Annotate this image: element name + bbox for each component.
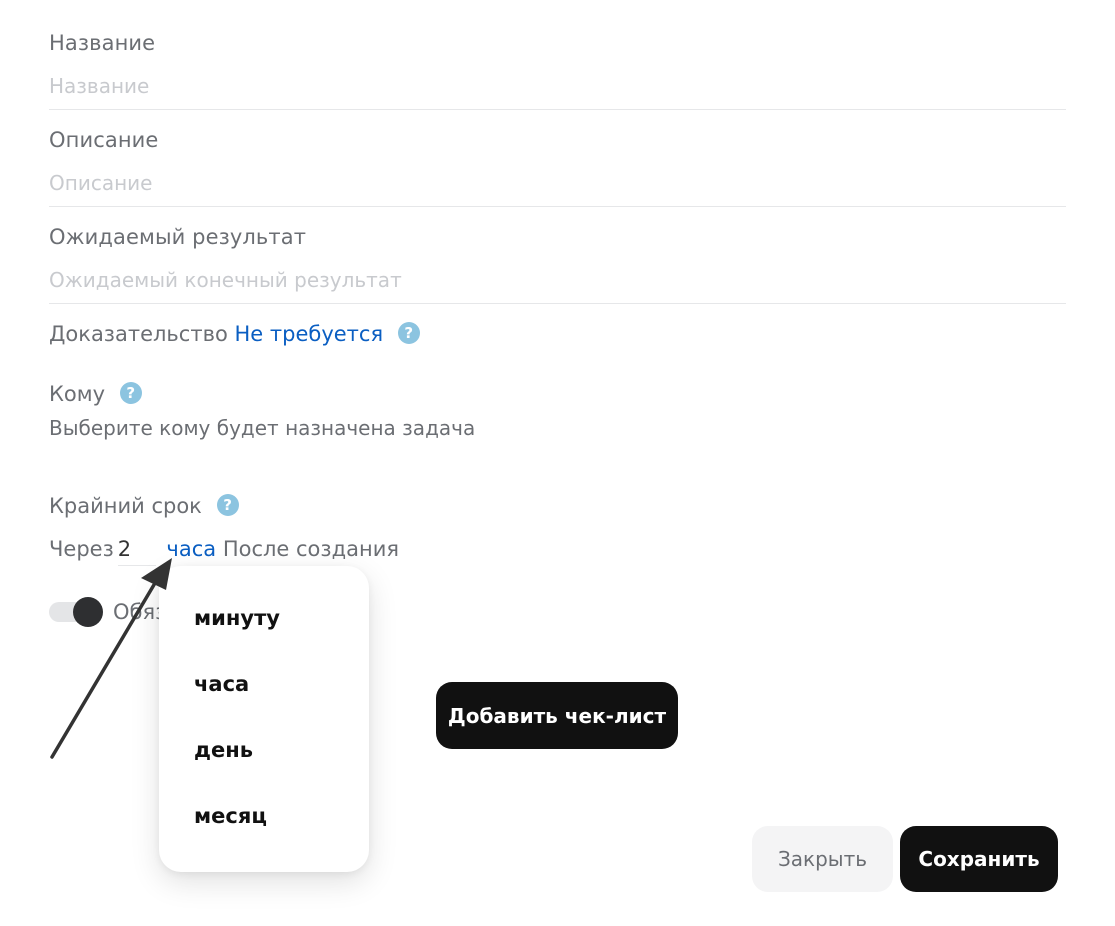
question-circle-icon[interactable]: ? xyxy=(119,382,142,404)
add-checklist-button[interactable]: Добавить чек-лист xyxy=(436,682,678,749)
save-button[interactable]: Сохранить xyxy=(900,826,1058,892)
dropdown-item-day[interactable]: день xyxy=(194,738,253,762)
expected-result-label: Ожидаемый результат xyxy=(49,225,307,249)
unit-dropdown: минуту часа день месяц xyxy=(159,566,369,872)
deadline-amount-input[interactable]: 2 xyxy=(117,537,156,566)
name-label: Название xyxy=(49,31,156,55)
name-input[interactable] xyxy=(49,71,1066,101)
dropdown-item-month[interactable]: месяц xyxy=(194,804,267,828)
deadline-row: Через 2 часа После создания xyxy=(49,537,399,566)
proof-label: Доказательство xyxy=(49,322,228,346)
expected-result-input[interactable] xyxy=(49,265,1066,295)
toggle-knob xyxy=(73,597,103,627)
deadline-label-row: Крайний срок ? xyxy=(49,494,239,518)
proof-value-link[interactable]: Не требуется xyxy=(235,322,384,346)
question-circle-icon[interactable]: ? xyxy=(216,494,239,516)
deadline-prefix: Через xyxy=(49,537,114,561)
description-label: Описание xyxy=(49,128,159,152)
name-divider xyxy=(49,109,1066,110)
dropdown-item-minute[interactable]: минуту xyxy=(194,606,280,630)
assignee-label: Кому xyxy=(49,382,106,406)
deadline-suffix: После создания xyxy=(222,537,399,561)
proof-row: Доказательство Не требуется ? xyxy=(49,322,420,346)
close-button[interactable]: Закрыть xyxy=(752,826,893,892)
dropdown-item-hours[interactable]: часа xyxy=(194,672,249,696)
question-circle-icon[interactable]: ? xyxy=(397,322,420,344)
assignee-select-link[interactable]: Выберите кому будет назначена задача xyxy=(49,416,475,440)
deadline-label: Крайний срок xyxy=(49,494,202,518)
required-toggle[interactable] xyxy=(49,597,103,627)
expected-result-divider xyxy=(49,303,1066,304)
description-divider xyxy=(49,206,1066,207)
description-input[interactable] xyxy=(49,168,1066,198)
deadline-unit-link[interactable]: часа xyxy=(166,537,216,561)
assignee-label-row: Кому ? xyxy=(49,382,142,406)
